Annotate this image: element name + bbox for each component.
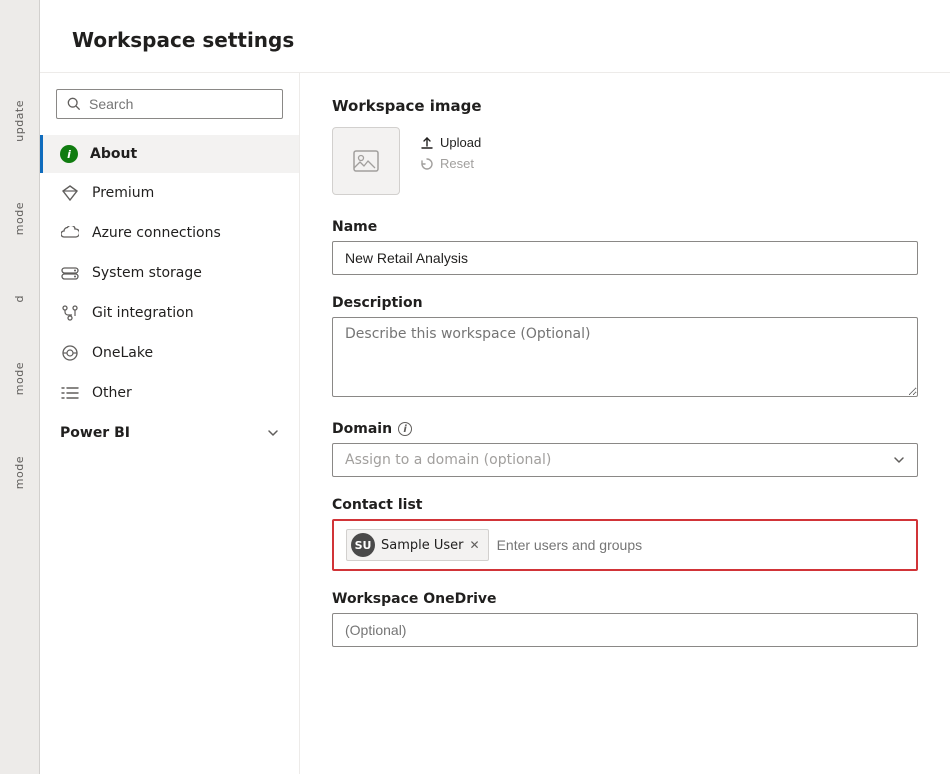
strip-label-d: d bbox=[13, 295, 26, 302]
git-icon bbox=[60, 303, 80, 323]
contact-remove-button[interactable]: ✕ bbox=[470, 539, 480, 551]
left-strip: update mode d mode mode bbox=[0, 0, 40, 774]
domain-label: Domain i bbox=[332, 421, 918, 437]
search-icon bbox=[67, 97, 81, 111]
sidebar-item-azure[interactable]: Azure connections bbox=[40, 213, 299, 253]
sidebar-item-onelake[interactable]: OneLake bbox=[40, 333, 299, 373]
strip-label-update: update bbox=[13, 100, 26, 142]
name-field-group: Name bbox=[332, 219, 918, 275]
list-icon bbox=[60, 383, 80, 403]
onedrive-field-group: Workspace OneDrive bbox=[332, 591, 918, 647]
sidebar-item-azure-label: Azure connections bbox=[92, 225, 221, 241]
search-box[interactable] bbox=[56, 89, 283, 119]
chevron-down-icon bbox=[267, 427, 279, 439]
workspace-image-label: Workspace image bbox=[332, 97, 918, 115]
contact-list-label: Contact list bbox=[332, 497, 918, 513]
sidebar-item-storage-label: System storage bbox=[92, 265, 202, 281]
about-active-dot bbox=[60, 145, 78, 163]
sidebar-item-onelake-label: OneLake bbox=[92, 345, 153, 361]
image-section: Upload Reset bbox=[332, 127, 918, 195]
sidebar-item-about-label: About bbox=[90, 146, 137, 162]
contact-name: Sample User bbox=[381, 538, 464, 553]
sidebar: About Premium Azure c bbox=[40, 73, 300, 774]
contact-avatar: SU bbox=[351, 533, 375, 557]
cloud-icon bbox=[60, 223, 80, 243]
description-field-group: Description bbox=[332, 295, 918, 401]
onelake-icon bbox=[60, 343, 80, 363]
panel-body: About Premium Azure c bbox=[40, 73, 950, 774]
page-title: Workspace settings bbox=[40, 0, 950, 73]
workspace-image-placeholder bbox=[332, 127, 400, 195]
contact-list-box[interactable]: SU Sample User ✕ bbox=[332, 519, 918, 571]
search-input[interactable] bbox=[89, 96, 272, 112]
sidebar-item-other-label: Other bbox=[92, 385, 132, 401]
sidebar-item-about[interactable]: About bbox=[40, 135, 299, 173]
reset-button[interactable]: Reset bbox=[420, 156, 481, 171]
diamond-icon bbox=[60, 183, 80, 203]
contact-tag-sample-user: SU Sample User ✕ bbox=[346, 529, 489, 561]
powerbi-section-header[interactable]: Power BI bbox=[40, 413, 299, 449]
description-input[interactable] bbox=[332, 317, 918, 397]
sidebar-item-git-label: Git integration bbox=[92, 305, 194, 321]
sidebar-item-premium-label: Premium bbox=[92, 185, 154, 201]
domain-placeholder: Assign to a domain (optional) bbox=[345, 452, 551, 468]
strip-label-mode2: mode bbox=[13, 362, 26, 395]
onedrive-input[interactable] bbox=[332, 613, 918, 647]
main-panel: Workspace settings About bbox=[40, 0, 950, 774]
domain-field-group: Domain i Assign to a domain (optional) bbox=[332, 421, 918, 477]
domain-select[interactable]: Assign to a domain (optional) bbox=[332, 443, 918, 477]
sidebar-item-git[interactable]: Git integration bbox=[40, 293, 299, 333]
onedrive-label: Workspace OneDrive bbox=[332, 591, 918, 607]
description-label: Description bbox=[332, 295, 918, 311]
reset-icon bbox=[420, 157, 434, 171]
image-actions: Upload Reset bbox=[420, 127, 481, 171]
powerbi-section-label: Power BI bbox=[60, 425, 130, 441]
strip-label-mode3: mode bbox=[13, 456, 26, 489]
strip-label-mode1: mode bbox=[13, 202, 26, 235]
content-area: Workspace image bbox=[300, 73, 950, 774]
upload-icon bbox=[420, 136, 434, 150]
contact-input[interactable] bbox=[497, 537, 904, 553]
name-label: Name bbox=[332, 219, 918, 235]
contact-list-field-group: Contact list SU Sample User ✕ bbox=[332, 497, 918, 571]
storage-icon bbox=[60, 263, 80, 283]
sidebar-item-storage[interactable]: System storage bbox=[40, 253, 299, 293]
sidebar-item-other[interactable]: Other bbox=[40, 373, 299, 413]
chevron-down-icon bbox=[893, 454, 905, 466]
name-input[interactable] bbox=[332, 241, 918, 275]
sidebar-item-premium[interactable]: Premium bbox=[40, 173, 299, 213]
upload-button[interactable]: Upload bbox=[420, 135, 481, 150]
domain-info-icon[interactable]: i bbox=[398, 422, 412, 436]
